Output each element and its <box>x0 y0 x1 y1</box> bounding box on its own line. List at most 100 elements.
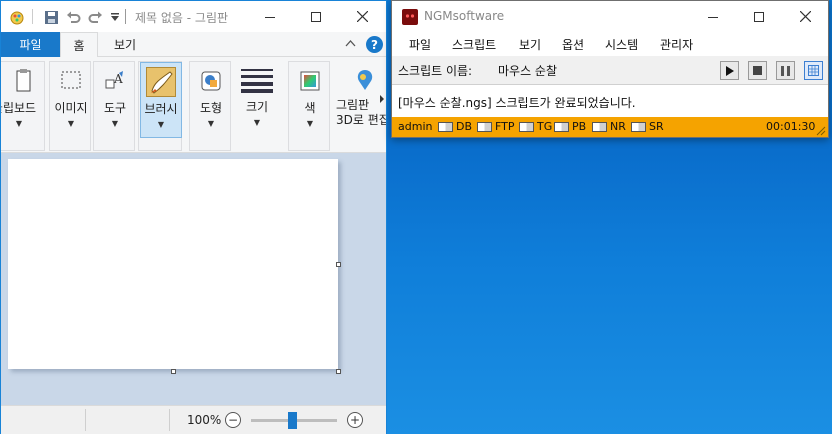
tab-home[interactable]: 홈 <box>60 32 98 58</box>
drawing-canvas[interactable] <box>8 159 338 369</box>
paint-titlebar: 제목 없음 - 그림판 <box>1 1 386 32</box>
save-icon[interactable] <box>43 9 59 25</box>
line-width-icon <box>240 65 274 95</box>
status-elapsed-time: 00:01:30 <box>766 120 816 133</box>
minimize-button[interactable] <box>690 1 736 32</box>
redo-icon[interactable] <box>87 9 103 25</box>
ngm-statusbar: admin DB FTP TG PB NR SR 00:01:30 <box>392 117 828 137</box>
grid-toggle-button[interactable] <box>804 61 823 80</box>
pause-button[interactable] <box>776 61 795 80</box>
clipboard-group: 클립보드 ▼ <box>1 61 45 151</box>
size-group: 크기 ▼ <box>235 61 279 151</box>
zoom-level: 100% <box>187 413 222 427</box>
tools-label: 도구 <box>103 101 127 115</box>
ngm-window: NGMsoftware 파일 스크립트 보기 옵션 시스템 관리자 스크립트 이… <box>391 0 829 138</box>
paint-window: 제목 없음 - 그림판 파일 홈 보기 ? 립보드 ▼ 이미지 ▼ A 도구 ▼… <box>0 0 387 434</box>
tools-group: A 도구 ▼ <box>93 61 135 151</box>
zoom-slider-thumb[interactable] <box>288 412 297 429</box>
resize-grip-icon[interactable] <box>816 125 826 139</box>
paint-app-icon <box>9 9 25 25</box>
shapes-icon <box>197 66 225 96</box>
paint-statusbar: 100% − + <box>1 405 386 434</box>
image-group: 이미지 ▼ <box>49 61 91 151</box>
ngm-titlebar: NGMsoftware <box>392 1 828 32</box>
brush-group: 브러시 ▼ <box>138 61 182 151</box>
menu-options[interactable]: 옵션 <box>562 36 584 53</box>
paint3d-label: 그림판 3D로 편집 <box>335 98 386 128</box>
script-name-value: 마우스 순찰 <box>498 64 558 78</box>
indicator-icon <box>631 121 646 132</box>
menu-file[interactable]: 파일 <box>409 36 431 53</box>
separator <box>85 409 86 431</box>
stop-button[interactable] <box>748 61 767 80</box>
log-message: [마우스 순찰.ngs] 스크립트가 완료되었습니다. <box>398 96 636 110</box>
paint3d-label-line2: 3D로 편집 <box>336 113 386 127</box>
tools-button[interactable]: A 도구 ▼ <box>94 62 136 138</box>
paint-title: 제목 없음 - 그림판 <box>135 11 229 25</box>
brush-icon <box>146 67 176 97</box>
resize-handle-corner[interactable] <box>336 369 341 374</box>
tab-view[interactable]: 보기 <box>100 32 150 57</box>
zoom-out-button[interactable]: − <box>225 412 241 428</box>
status-indicator-tg: TG <box>519 120 552 133</box>
close-button[interactable] <box>339 1 385 32</box>
log-area: [마우스 순찰.ngs] 스크립트가 완료되었습니다. <box>392 84 828 117</box>
color-palette-icon <box>296 66 324 96</box>
canvas-area <box>1 153 386 405</box>
maximize-button[interactable] <box>293 1 339 32</box>
ngm-app-icon <box>402 9 418 25</box>
tab-file[interactable]: 파일 <box>1 32 60 57</box>
maximize-button[interactable] <box>736 1 782 32</box>
ngm-title: NGMsoftware <box>424 9 505 23</box>
indicator-icon <box>554 121 569 132</box>
indicator-label: SR <box>649 120 664 133</box>
indicator-label: PB <box>572 120 587 133</box>
menu-script[interactable]: 스크립트 <box>452 36 496 53</box>
status-indicator-ftp: FTP <box>477 120 515 133</box>
script-row: 스크립트 이름: 마우스 순찰 <box>392 56 828 84</box>
color-group: 색 ▼ <box>288 61 330 151</box>
image-button[interactable]: 이미지 ▼ <box>50 62 92 138</box>
status-indicator-nr: NR <box>592 120 626 133</box>
size-button[interactable]: 크기 ▼ <box>235 61 279 137</box>
menu-system[interactable]: 시스템 <box>605 36 638 53</box>
resize-handle-bottom[interactable] <box>171 369 176 374</box>
menu-view[interactable]: 보기 <box>519 36 541 53</box>
chevron-down-icon: ▼ <box>253 118 261 127</box>
help-icon[interactable]: ? <box>366 36 383 53</box>
indicator-label: FTP <box>495 120 515 133</box>
zoom-in-button[interactable]: + <box>347 412 363 428</box>
status-indicator-sr: SR <box>631 120 664 133</box>
clipboard-label: 클립보드 <box>1 101 37 115</box>
script-name-label: 스크립트 이름: <box>398 64 473 78</box>
shapes-group: 도형 ▼ <box>189 61 231 151</box>
separator <box>32 9 33 24</box>
chevron-down-icon: ▼ <box>306 119 314 128</box>
play-button[interactable] <box>720 61 739 80</box>
resize-handle-right[interactable] <box>336 262 341 267</box>
customize-qat-icon[interactable] <box>107 9 123 25</box>
size-label: 크기 <box>245 100 269 114</box>
indicator-label: TG <box>537 120 553 133</box>
ngm-menubar: 파일 스크립트 보기 옵션 시스템 관리자 <box>392 32 828 56</box>
undo-icon[interactable] <box>65 9 81 25</box>
brush-button[interactable]: 브러시 ▼ <box>140 62 182 138</box>
shapes-label: 도형 <box>199 101 223 115</box>
collapse-ribbon-icon[interactable] <box>345 38 356 52</box>
chevron-down-icon: ▼ <box>15 119 23 128</box>
select-icon <box>57 66 85 96</box>
status-user: admin <box>398 120 433 133</box>
chevron-down-icon: ▼ <box>157 120 165 129</box>
chevron-down-icon: ▼ <box>111 119 119 128</box>
ribbon: 클립보드 ▼ 이미지 ▼ A 도구 ▼ <box>1 57 386 153</box>
paint3d-group: 그림판 3D로 편집 <box>335 61 386 151</box>
paint3d-button[interactable]: 그림판 3D로 편집 <box>335 61 386 137</box>
color-button[interactable]: 색 ▼ <box>289 62 331 138</box>
indicator-icon <box>519 121 534 132</box>
menu-admin[interactable]: 관리자 <box>660 36 693 53</box>
minimize-button[interactable] <box>247 1 293 32</box>
shapes-button[interactable]: 도형 ▼ <box>190 62 232 138</box>
color-label: 색 <box>304 101 316 115</box>
close-button[interactable] <box>782 1 828 32</box>
clipboard-button[interactable]: 클립보드 ▼ <box>1 62 46 138</box>
